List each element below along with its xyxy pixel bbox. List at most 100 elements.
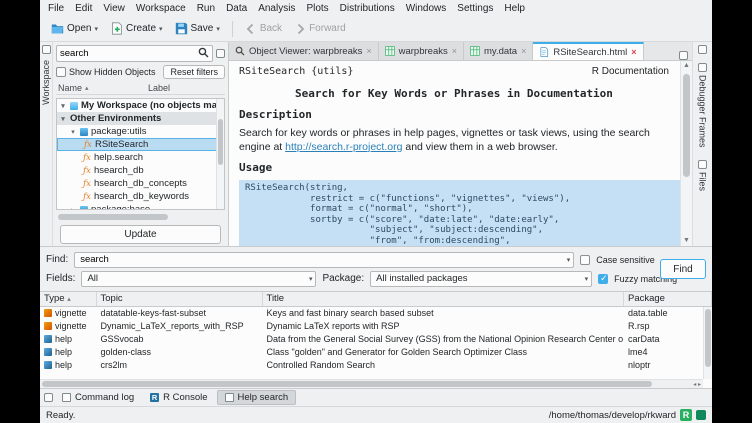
tab-my-data[interactable]: my.data ×: [464, 42, 533, 60]
menu-edit[interactable]: Edit: [75, 3, 92, 14]
menu-analysis[interactable]: Analysis: [258, 3, 295, 14]
detach-window-icon[interactable]: [679, 51, 688, 60]
save-button[interactable]: Save ▾: [170, 20, 225, 37]
scrollbar-track[interactable]: [681, 71, 692, 236]
menu-help[interactable]: Help: [504, 3, 525, 14]
filter-options-icon[interactable]: [216, 49, 225, 58]
tabbar-corner: [675, 51, 692, 60]
menu-plots[interactable]: Plots: [306, 3, 328, 14]
menu-file[interactable]: File: [48, 3, 64, 14]
tree-item-help-search[interactable]: ƒx help.search: [57, 151, 224, 164]
tree-item-hsearch-db-keywords[interactable]: ƒx hsearch_db_keywords: [57, 190, 224, 203]
tree-item-other-environments[interactable]: ▾ Other Environments: [57, 112, 224, 125]
tree-item-hsearch-db[interactable]: ƒx hsearch_db: [57, 164, 224, 177]
menu-workspace[interactable]: Workspace: [136, 3, 186, 14]
scrollbar-thumb[interactable]: [705, 309, 711, 367]
fields-label: Fields:: [46, 273, 75, 284]
search-r-project-link[interactable]: http://search.r-project.org: [285, 141, 402, 153]
package-column-header[interactable]: Package: [624, 292, 712, 306]
find-input[interactable]: [80, 254, 562, 265]
fields-combobox[interactable]: All ▾: [81, 271, 316, 287]
command-log-tab[interactable]: Command log: [55, 390, 141, 405]
dock-grid-icon[interactable]: [42, 45, 51, 54]
close-tab-icon[interactable]: ×: [631, 47, 636, 57]
collapse-arrow-icon[interactable]: ▾: [59, 102, 67, 110]
function-icon: ƒx: [84, 140, 92, 150]
result-row[interactable]: vignette Dynamic_LaTeX_reports_with_RSP …: [40, 319, 712, 332]
forward-button[interactable]: Forward: [289, 21, 351, 37]
help-search-tab[interactable]: Help search: [217, 390, 297, 405]
close-tab-icon[interactable]: ×: [521, 46, 526, 56]
workspace-dock-tab[interactable]: Workspace: [41, 60, 51, 105]
chevron-down-icon[interactable]: ▾: [567, 256, 571, 264]
package-combobox[interactable]: All installed packages ▾: [370, 271, 592, 287]
title-column-header[interactable]: Title: [262, 292, 624, 306]
topic-column-header[interactable]: Topic: [96, 292, 262, 306]
result-row[interactable]: vignette datatable-keys-fast-subset Keys…: [40, 306, 712, 319]
close-tab-icon[interactable]: ×: [366, 46, 371, 56]
toolview-config-icon[interactable]: [44, 393, 53, 402]
scroll-arrows-icon[interactable]: ◂ ▸: [693, 381, 703, 388]
create-dropdown-icon[interactable]: ▾: [159, 25, 163, 33]
label-column-header[interactable]: Label: [148, 83, 170, 93]
scrollbar-thumb[interactable]: [218, 119, 223, 165]
main-toolbar: Open ▾ Create ▾ Save ▾ Back Forward: [40, 16, 712, 42]
update-button[interactable]: Update: [60, 225, 221, 244]
tree-horizontal-scrollbar[interactable]: [56, 213, 225, 221]
results-horizontal-scrollbar[interactable]: ◂ ▸: [40, 379, 703, 388]
collapse-arrow-icon[interactable]: ▾: [69, 128, 77, 136]
close-tab-icon[interactable]: ×: [452, 46, 457, 56]
result-row[interactable]: help crs2lm Controlled Random Search nlo…: [40, 358, 712, 371]
case-sensitive-checkbox[interactable]: [580, 255, 590, 265]
workspace-search-input[interactable]: [60, 48, 198, 59]
menu-run[interactable]: Run: [197, 3, 215, 14]
tree-item-package-base[interactable]: ▸ package:base: [57, 203, 224, 210]
scrollbar-thumb[interactable]: [58, 214, 168, 220]
menu-view[interactable]: View: [103, 3, 125, 14]
collapse-arrow-icon[interactable]: ▾: [59, 115, 67, 123]
tree-item-rsitesearch[interactable]: ƒx RSiteSearch: [57, 138, 224, 151]
menu-distributions[interactable]: Distributions: [340, 3, 395, 14]
scrollbar-thumb[interactable]: [42, 381, 652, 387]
files-dock-tab[interactable]: Files: [698, 157, 708, 194]
scrollbar-thumb[interactable]: [683, 74, 690, 176]
show-hidden-checkbox[interactable]: [56, 67, 66, 77]
tab-warpbreaks[interactable]: warpbreaks ×: [379, 42, 464, 60]
chevron-down-icon[interactable]: ▾: [309, 275, 313, 283]
workspace-searchbox[interactable]: [56, 45, 213, 62]
reset-filters-button[interactable]: Reset filters: [163, 65, 225, 79]
usage-heading: Usage: [239, 161, 669, 174]
type-column-header[interactable]: Type ▴: [40, 292, 96, 306]
find-combobox[interactable]: ▾: [74, 252, 574, 268]
expand-arrow-icon[interactable]: ▸: [69, 206, 77, 211]
save-dropdown-icon[interactable]: ▾: [216, 25, 220, 33]
open-dropdown-icon[interactable]: ▾: [94, 25, 98, 33]
tree-vertical-scrollbar[interactable]: [216, 99, 224, 209]
result-row[interactable]: help golden-class Class "golden" and Gen…: [40, 345, 712, 358]
results-vertical-scrollbar[interactable]: [703, 307, 712, 379]
result-row[interactable]: help GSSvocab Data from the General Soci…: [40, 332, 712, 345]
find-button[interactable]: Find: [660, 259, 706, 279]
back-button[interactable]: Back: [240, 21, 287, 37]
menu-data[interactable]: Data: [226, 3, 247, 14]
name-column-header[interactable]: Name▴: [58, 83, 148, 93]
menu-settings[interactable]: Settings: [457, 3, 493, 14]
scroll-up-icon[interactable]: ▲: [683, 61, 690, 71]
dock-config-icon[interactable]: [698, 45, 707, 54]
tree-item-my-workspace[interactable]: ▾ My Workspace (no objects matching filt…: [57, 99, 224, 112]
tree-item-hsearch-db-concepts[interactable]: ƒx hsearch_db_concepts: [57, 177, 224, 190]
open-button[interactable]: Open ▾: [46, 20, 103, 37]
tree-item-package-utils[interactable]: ▾ package:utils: [57, 125, 224, 138]
tab-object-viewer-warpbreaks[interactable]: Object Viewer: warpbreaks ×: [229, 42, 379, 60]
r-console-tab[interactable]: R R Console: [143, 390, 214, 405]
r-engine-status-icon[interactable]: R: [680, 409, 692, 421]
create-button[interactable]: Create ▾: [105, 20, 168, 37]
tab-rsitesearch-html[interactable]: RSiteSearch.html ×: [533, 42, 643, 60]
debugger-frames-dock-tab[interactable]: Debugger Frames: [698, 60, 708, 151]
chevron-down-icon[interactable]: ▾: [585, 275, 589, 283]
description-paragraph: Search for key words or phrases in help …: [239, 127, 669, 154]
fuzzy-matching-checkbox[interactable]: [598, 274, 608, 284]
menu-windows[interactable]: Windows: [406, 3, 447, 14]
scroll-down-icon[interactable]: ▼: [683, 236, 690, 246]
help-vertical-scrollbar[interactable]: ▲ ▼: [680, 61, 692, 246]
